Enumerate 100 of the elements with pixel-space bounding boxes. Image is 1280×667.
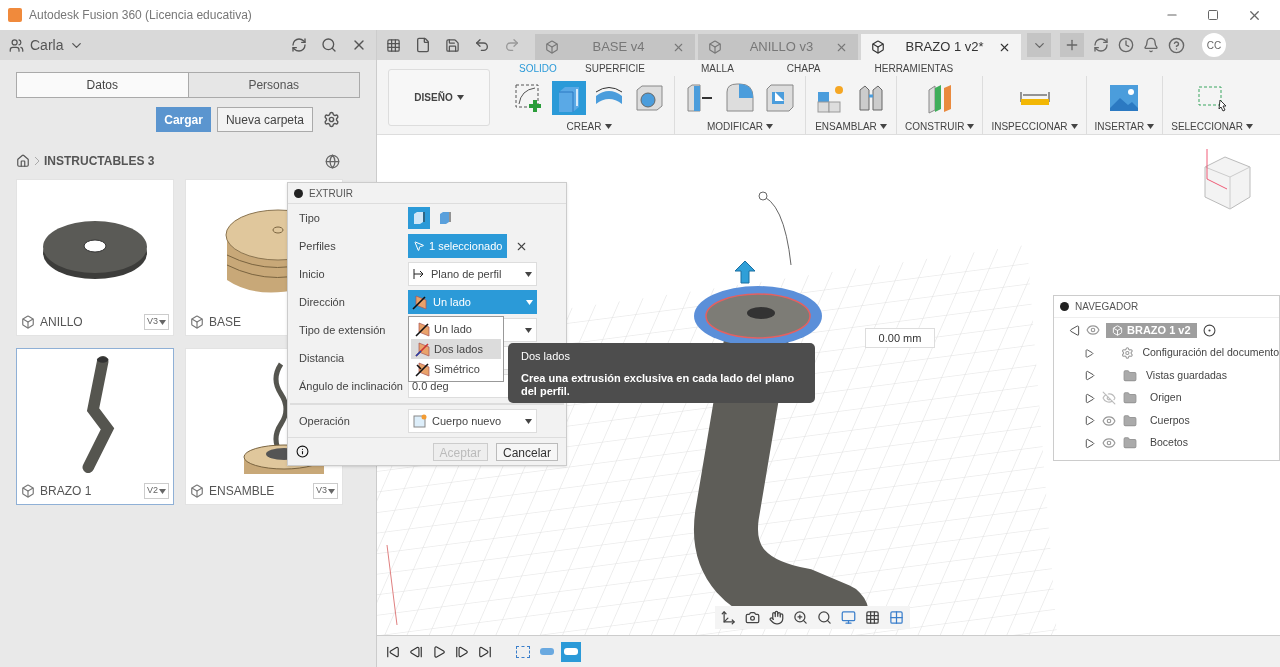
- collapse-icon[interactable]: [294, 188, 303, 198]
- settings-icon[interactable]: [323, 111, 340, 128]
- panel-tab[interactable]: Datos: [17, 73, 188, 97]
- first-step-icon[interactable]: [386, 644, 400, 659]
- group-menu[interactable]: MODIFICAR: [706, 119, 774, 134]
- collapse-icon[interactable]: [1060, 302, 1069, 311]
- user-name[interactable]: Carla: [30, 34, 64, 56]
- file-card[interactable]: ANILLO V3: [16, 179, 174, 336]
- orbit-icon[interactable]: [721, 610, 736, 625]
- help-icon[interactable]: [1168, 36, 1185, 54]
- expand-icon[interactable]: [1084, 370, 1095, 382]
- up-arrow-icon[interactable]: [733, 259, 757, 285]
- extrude-type-icon: [412, 211, 426, 225]
- window-title: Autodesk Fusion 360 (Licencia educativa): [29, 7, 252, 24]
- viewports-icon[interactable]: [889, 610, 904, 625]
- tree-item[interactable]: Cuerpos: [1150, 412, 1190, 429]
- direction-icon: [412, 294, 428, 310]
- tree-item[interactable]: Configuración del documento: [1142, 345, 1279, 362]
- distance-input[interactable]: 0.00 mm: [865, 328, 935, 348]
- search-icon[interactable]: [321, 37, 337, 53]
- clock-icon[interactable]: [1118, 37, 1134, 53]
- file-icon[interactable]: [415, 37, 431, 53]
- gear-icon: [1120, 346, 1134, 361]
- caret-icon: [328, 488, 335, 494]
- expand-icon[interactable]: [1084, 437, 1095, 449]
- version-dropdown[interactable]: V3: [313, 483, 338, 499]
- start-dropdown[interactable]: Plano de perfil: [408, 262, 537, 286]
- grid-icon[interactable]: [386, 37, 401, 53]
- eye-icon[interactable]: [1086, 323, 1100, 337]
- extrude-type-button[interactable]: [408, 207, 430, 229]
- info-icon[interactable]: [296, 445, 309, 458]
- caret-icon: [159, 319, 166, 325]
- group-menu[interactable]: CREAR: [566, 119, 612, 134]
- eye-icon[interactable]: [1102, 436, 1116, 451]
- grid-icon[interactable]: [865, 610, 880, 625]
- caret-icon: [766, 124, 774, 129]
- previous-step-icon[interactable]: [409, 644, 423, 659]
- version-dropdown[interactable]: V2: [144, 483, 169, 499]
- group-menu[interactable]: SELECCIONAR: [1171, 119, 1253, 134]
- tab-label: BASE v4: [591, 38, 646, 57]
- group-menu[interactable]: INSERTAR: [1094, 119, 1155, 134]
- ribbon-tab[interactable]: MALLA: [686, 61, 749, 76]
- tree-item[interactable]: Origen: [1150, 390, 1182, 407]
- hole-icon: [633, 82, 665, 114]
- sync-icon[interactable]: [1093, 37, 1109, 53]
- tree-item[interactable]: Bocetos: [1150, 435, 1188, 452]
- ribbon-tab[interactable]: HERRAMIENTAS: [859, 61, 969, 76]
- shell-icon: [764, 82, 796, 114]
- home-icon[interactable]: [16, 154, 30, 168]
- tool-button[interactable]: [763, 81, 797, 115]
- group-menu[interactable]: CONSTRUIR: [905, 119, 975, 134]
- tree-item[interactable]: Vistas guardadas: [1146, 367, 1227, 384]
- caret-icon: [604, 124, 612, 129]
- new-folder-button[interactable]: Nueva carpeta: [216, 107, 313, 132]
- chevron-right-icon: [34, 156, 40, 166]
- model-icon: [21, 484, 35, 498]
- last-step-icon[interactable]: [478, 644, 492, 659]
- fit-icon[interactable]: [817, 610, 832, 625]
- next-step-icon[interactable]: [455, 644, 469, 659]
- play-icon[interactable]: [432, 644, 446, 659]
- undo-icon[interactable]: [474, 37, 490, 53]
- expand-icon[interactable]: [1084, 392, 1095, 404]
- collapse-triangle-icon[interactable]: [1069, 324, 1080, 336]
- globe-icon[interactable]: [325, 153, 340, 169]
- new-body-icon: [413, 414, 427, 428]
- zoom-icon[interactable]: [793, 610, 808, 625]
- folder-icon: [1123, 436, 1137, 451]
- tool-button[interactable]: [723, 81, 757, 115]
- document-tab[interactable]: BRAZO 1 v2*: [861, 34, 1021, 60]
- field-label: Tipo: [299, 210, 321, 226]
- breadcrumb[interactable]: INSTRUCTABLES 3: [44, 152, 155, 170]
- ribbon-tab[interactable]: CHAPA: [771, 61, 836, 76]
- save-icon[interactable]: [445, 37, 460, 53]
- active-radio-icon[interactable]: [1202, 323, 1216, 337]
- menu-option[interactable]: Dos lados: [411, 339, 501, 359]
- bell-icon[interactable]: [1143, 37, 1159, 53]
- dialog-button[interactable]: Cancelar: [495, 442, 558, 461]
- expand-icon[interactable]: [1084, 347, 1094, 359]
- menu-option[interactable]: Un lado: [411, 319, 501, 339]
- fillet-icon: [724, 82, 756, 114]
- refresh-icon[interactable]: [291, 37, 307, 53]
- expand-icon[interactable]: [1084, 415, 1095, 427]
- user-avatar[interactable]: CC: [1202, 33, 1226, 57]
- group-menu[interactable]: INSPECCIONAR: [991, 119, 1078, 134]
- timeline-feature[interactable]: [561, 641, 581, 662]
- tool-button[interactable]: [552, 81, 586, 115]
- workspace-dropdown[interactable]: DISEÑO: [388, 68, 490, 126]
- maximize-icon[interactable]: [1207, 9, 1219, 21]
- camera-icon[interactable]: [745, 610, 760, 625]
- version-dropdown[interactable]: V3: [144, 314, 169, 330]
- pan-icon[interactable]: [769, 610, 784, 625]
- tooltip-title: Dos lados: [521, 349, 571, 364]
- panel-tab[interactable]: Personas: [187, 73, 359, 97]
- group-menu[interactable]: ENSAMBLAR: [815, 119, 887, 134]
- ribbon-tab[interactable]: SUPERFICIE: [570, 61, 660, 76]
- operation-dropdown[interactable]: Cuerpo nuevo: [408, 409, 537, 433]
- eye-icon[interactable]: [1102, 413, 1116, 428]
- file-card[interactable]: BRAZO 1 V2: [16, 348, 174, 505]
- display-icon[interactable]: [841, 610, 856, 625]
- component-icon: [1112, 324, 1123, 336]
